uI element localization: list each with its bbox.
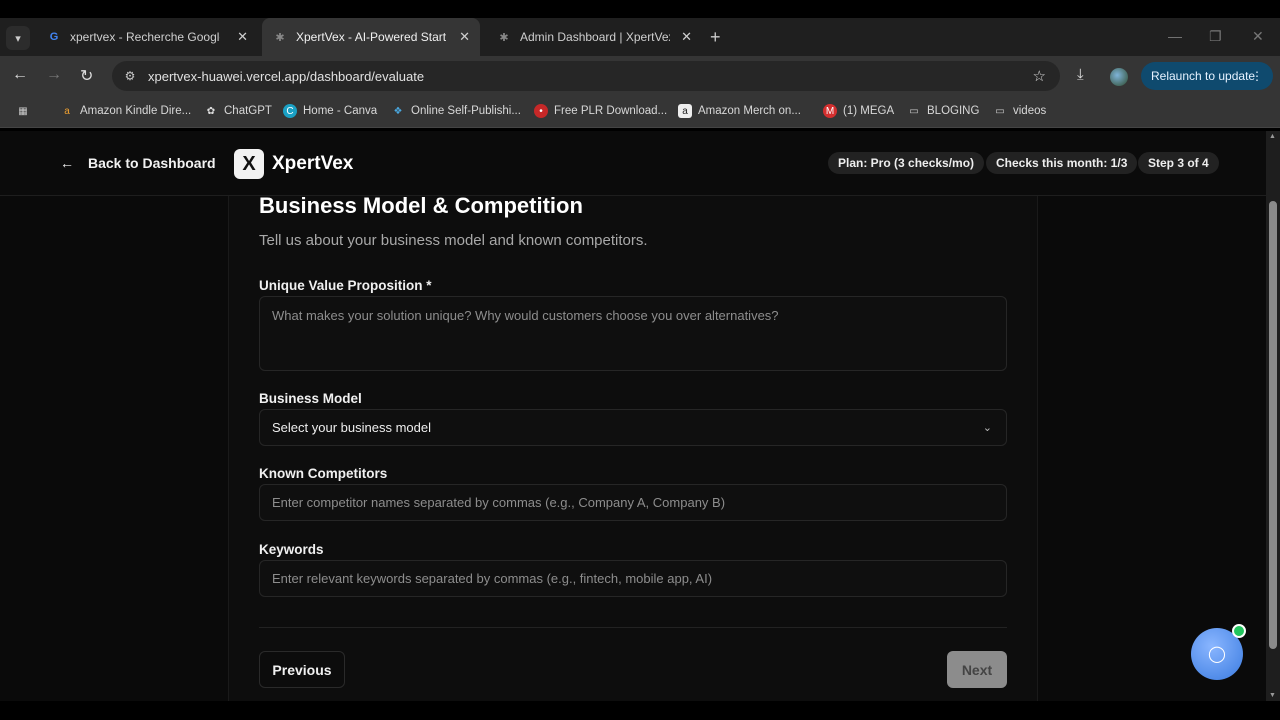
keywords-input[interactable]: Enter relevant keywords separated by com…: [259, 560, 1007, 597]
bookmark-self-publishing[interactable]: ❖ Online Self-Publishi...: [391, 104, 521, 118]
minimize-icon[interactable]: —: [1168, 28, 1182, 44]
forward-arrow-icon[interactable]: →: [46, 66, 62, 84]
bookmark-label: Online Self-Publishi...: [411, 105, 521, 117]
xpertvex-favicon-icon: ✱: [275, 31, 285, 44]
close-tab-icon[interactable]: ✕: [459, 29, 470, 45]
tab-google-search[interactable]: G xpertvex - Recherche Google ✕: [36, 18, 258, 56]
screen-top-edge: [0, 0, 1280, 18]
business-model-label: Business Model: [259, 391, 362, 406]
back-to-dashboard-link[interactable]: ← Back to Dashboard: [60, 155, 216, 171]
business-model-value: Select your business model: [272, 420, 431, 435]
page-viewport: ← Back to Dashboard X XpertVex Plan: Pro…: [0, 131, 1266, 701]
restore-icon[interactable]: ❐: [1209, 28, 1222, 45]
bookmark-mega[interactable]: M (1) MEGA: [823, 104, 894, 118]
tab-title: Admin Dashboard | XpertVex | X: [520, 30, 670, 44]
chat-widget-button[interactable]: ◯: [1191, 624, 1246, 680]
bookmark-folder-bloging[interactable]: ▭ BLOGING: [907, 104, 979, 118]
competitors-input[interactable]: Enter competitor names separated by comm…: [259, 484, 1007, 521]
bookmark-folder-videos[interactable]: ▭ videos: [993, 104, 1046, 118]
next-button[interactable]: Next: [947, 651, 1007, 688]
folder-icon: ▭: [909, 105, 919, 117]
google-icon: G: [49, 31, 59, 43]
section-title: Business Model & Competition: [259, 193, 583, 218]
chat-bubble-icon: ◯: [1208, 646, 1226, 663]
plan-badge: Plan: Pro (3 checks/mo): [828, 152, 985, 174]
back-arrow-icon[interactable]: ←: [12, 66, 28, 84]
plr-icon: •: [534, 104, 548, 118]
more-menu-icon[interactable]: ⋮: [1251, 69, 1263, 83]
form-divider: [259, 627, 1007, 628]
logo[interactable]: X XpertVex: [234, 149, 353, 179]
site-info-icon[interactable]: ⚙: [120, 69, 140, 83]
amazon-icon: a: [64, 105, 70, 117]
mega-icon: M: [823, 104, 837, 118]
chatgpt-icon: ✿: [206, 105, 216, 117]
bookmark-kindle[interactable]: a Amazon Kindle Dire...: [60, 104, 191, 118]
close-tab-icon[interactable]: ✕: [681, 29, 692, 45]
form-card: [228, 196, 1038, 701]
profile-avatar[interactable]: [1110, 68, 1128, 86]
tab-title: xpertvex - Recherche Google: [70, 30, 220, 44]
keywords-label: Keywords: [259, 542, 324, 557]
window-close-icon[interactable]: ✕: [1252, 28, 1264, 45]
online-status-dot: [1232, 624, 1246, 638]
relaunch-button[interactable]: Relaunch to update ⋮: [1141, 62, 1273, 90]
download-icon[interactable]: ⤓: [1077, 66, 1084, 83]
tab-search-chevron-icon[interactable]: ▾: [6, 26, 30, 50]
uvp-label: Unique Value Proposition *: [259, 278, 432, 293]
tab-admin-dashboard[interactable]: ✱ Admin Dashboard | XpertVex | X ✕: [486, 18, 702, 56]
logo-name: XpertVex: [272, 153, 354, 174]
checks-badge: Checks this month: 1/3: [986, 152, 1138, 174]
publishing-icon: ❖: [393, 105, 403, 117]
bookmark-label: (1) MEGA: [843, 105, 895, 117]
bookmarks-bar: ▦ a Amazon Kindle Dire... ✿ ChatGPT C Home …: [0, 96, 1280, 128]
bookmark-label: Amazon Merch on...: [698, 105, 801, 117]
canva-icon: C: [283, 104, 297, 118]
logo-mark: X: [234, 149, 264, 179]
previous-button[interactable]: Previous: [259, 651, 345, 688]
bookmark-label: ChatGPT: [224, 105, 272, 117]
bookmark-star-icon[interactable]: ☆: [1033, 67, 1046, 85]
bookmark-chatgpt[interactable]: ✿ ChatGPT: [204, 104, 272, 118]
scrollbar-thumb[interactable]: [1269, 201, 1277, 649]
close-tab-icon[interactable]: ✕: [237, 29, 248, 45]
bookmark-canva[interactable]: C Home - Canva: [283, 104, 377, 118]
competitors-label: Known Competitors: [259, 466, 388, 481]
xpertvex-favicon-icon: ✱: [499, 31, 509, 44]
bookmark-label: BLOGING: [927, 105, 980, 117]
bookmark-label: Amazon Kindle Dire...: [80, 105, 192, 117]
bookmark-merch[interactable]: a Amazon Merch on...: [678, 104, 801, 118]
amazon-merch-icon: a: [678, 104, 692, 118]
tab-xpertvex[interactable]: ✱ XpertVex - AI-Powered Startup ✕: [262, 18, 480, 56]
section-subtitle: Tell us about your business model and kn…: [259, 232, 648, 249]
chevron-down-icon: ⌄: [982, 422, 992, 434]
arrow-left-icon: ←: [60, 155, 74, 171]
scroll-down-icon[interactable]: ▼: [1269, 692, 1276, 699]
url-text[interactable]: xpertvex-huawei.vercel.app/dashboard/eva…: [148, 69, 424, 84]
screen-bottom-edge: [0, 701, 1280, 720]
relaunch-label: Relaunch to update: [1151, 69, 1256, 83]
new-tab-icon[interactable]: +: [710, 27, 721, 48]
bookmark-label: Free PLR Download...: [554, 105, 668, 117]
uvp-textarea[interactable]: What makes your solution unique? Why wou…: [259, 296, 1007, 371]
page-scrollbar[interactable]: ▲ ▼: [1266, 131, 1280, 701]
tab-title: XpertVex - AI-Powered Startup: [296, 30, 446, 44]
back-label: Back to Dashboard: [88, 155, 216, 171]
bookmark-label: videos: [1013, 105, 1047, 117]
bookmark-label: Home - Canva: [303, 105, 378, 117]
step-badge: Step 3 of 4: [1138, 152, 1219, 174]
apps-grid-icon[interactable]: ▦: [16, 104, 36, 118]
app-header: ← Back to Dashboard X XpertVex Plan: Pro…: [0, 131, 1266, 196]
bookmark-plr[interactable]: • Free PLR Download...: [534, 104, 667, 118]
address-bar[interactable]: ⚙ xpertvex-huawei.vercel.app/dashboard/e…: [112, 61, 1060, 91]
reload-icon[interactable]: ↻: [80, 66, 93, 86]
browser-tab-strip: ▾ G xpertvex - Recherche Google ✕ ✱ Xper…: [0, 18, 1280, 56]
business-model-select[interactable]: Select your business model ⌄: [259, 409, 1007, 446]
folder-icon: ▭: [995, 105, 1005, 117]
scroll-up-icon[interactable]: ▲: [1269, 133, 1276, 140]
browser-toolbar: ← → ↻ ⚙ xpertvex-huawei.vercel.app/dashb…: [0, 56, 1280, 96]
